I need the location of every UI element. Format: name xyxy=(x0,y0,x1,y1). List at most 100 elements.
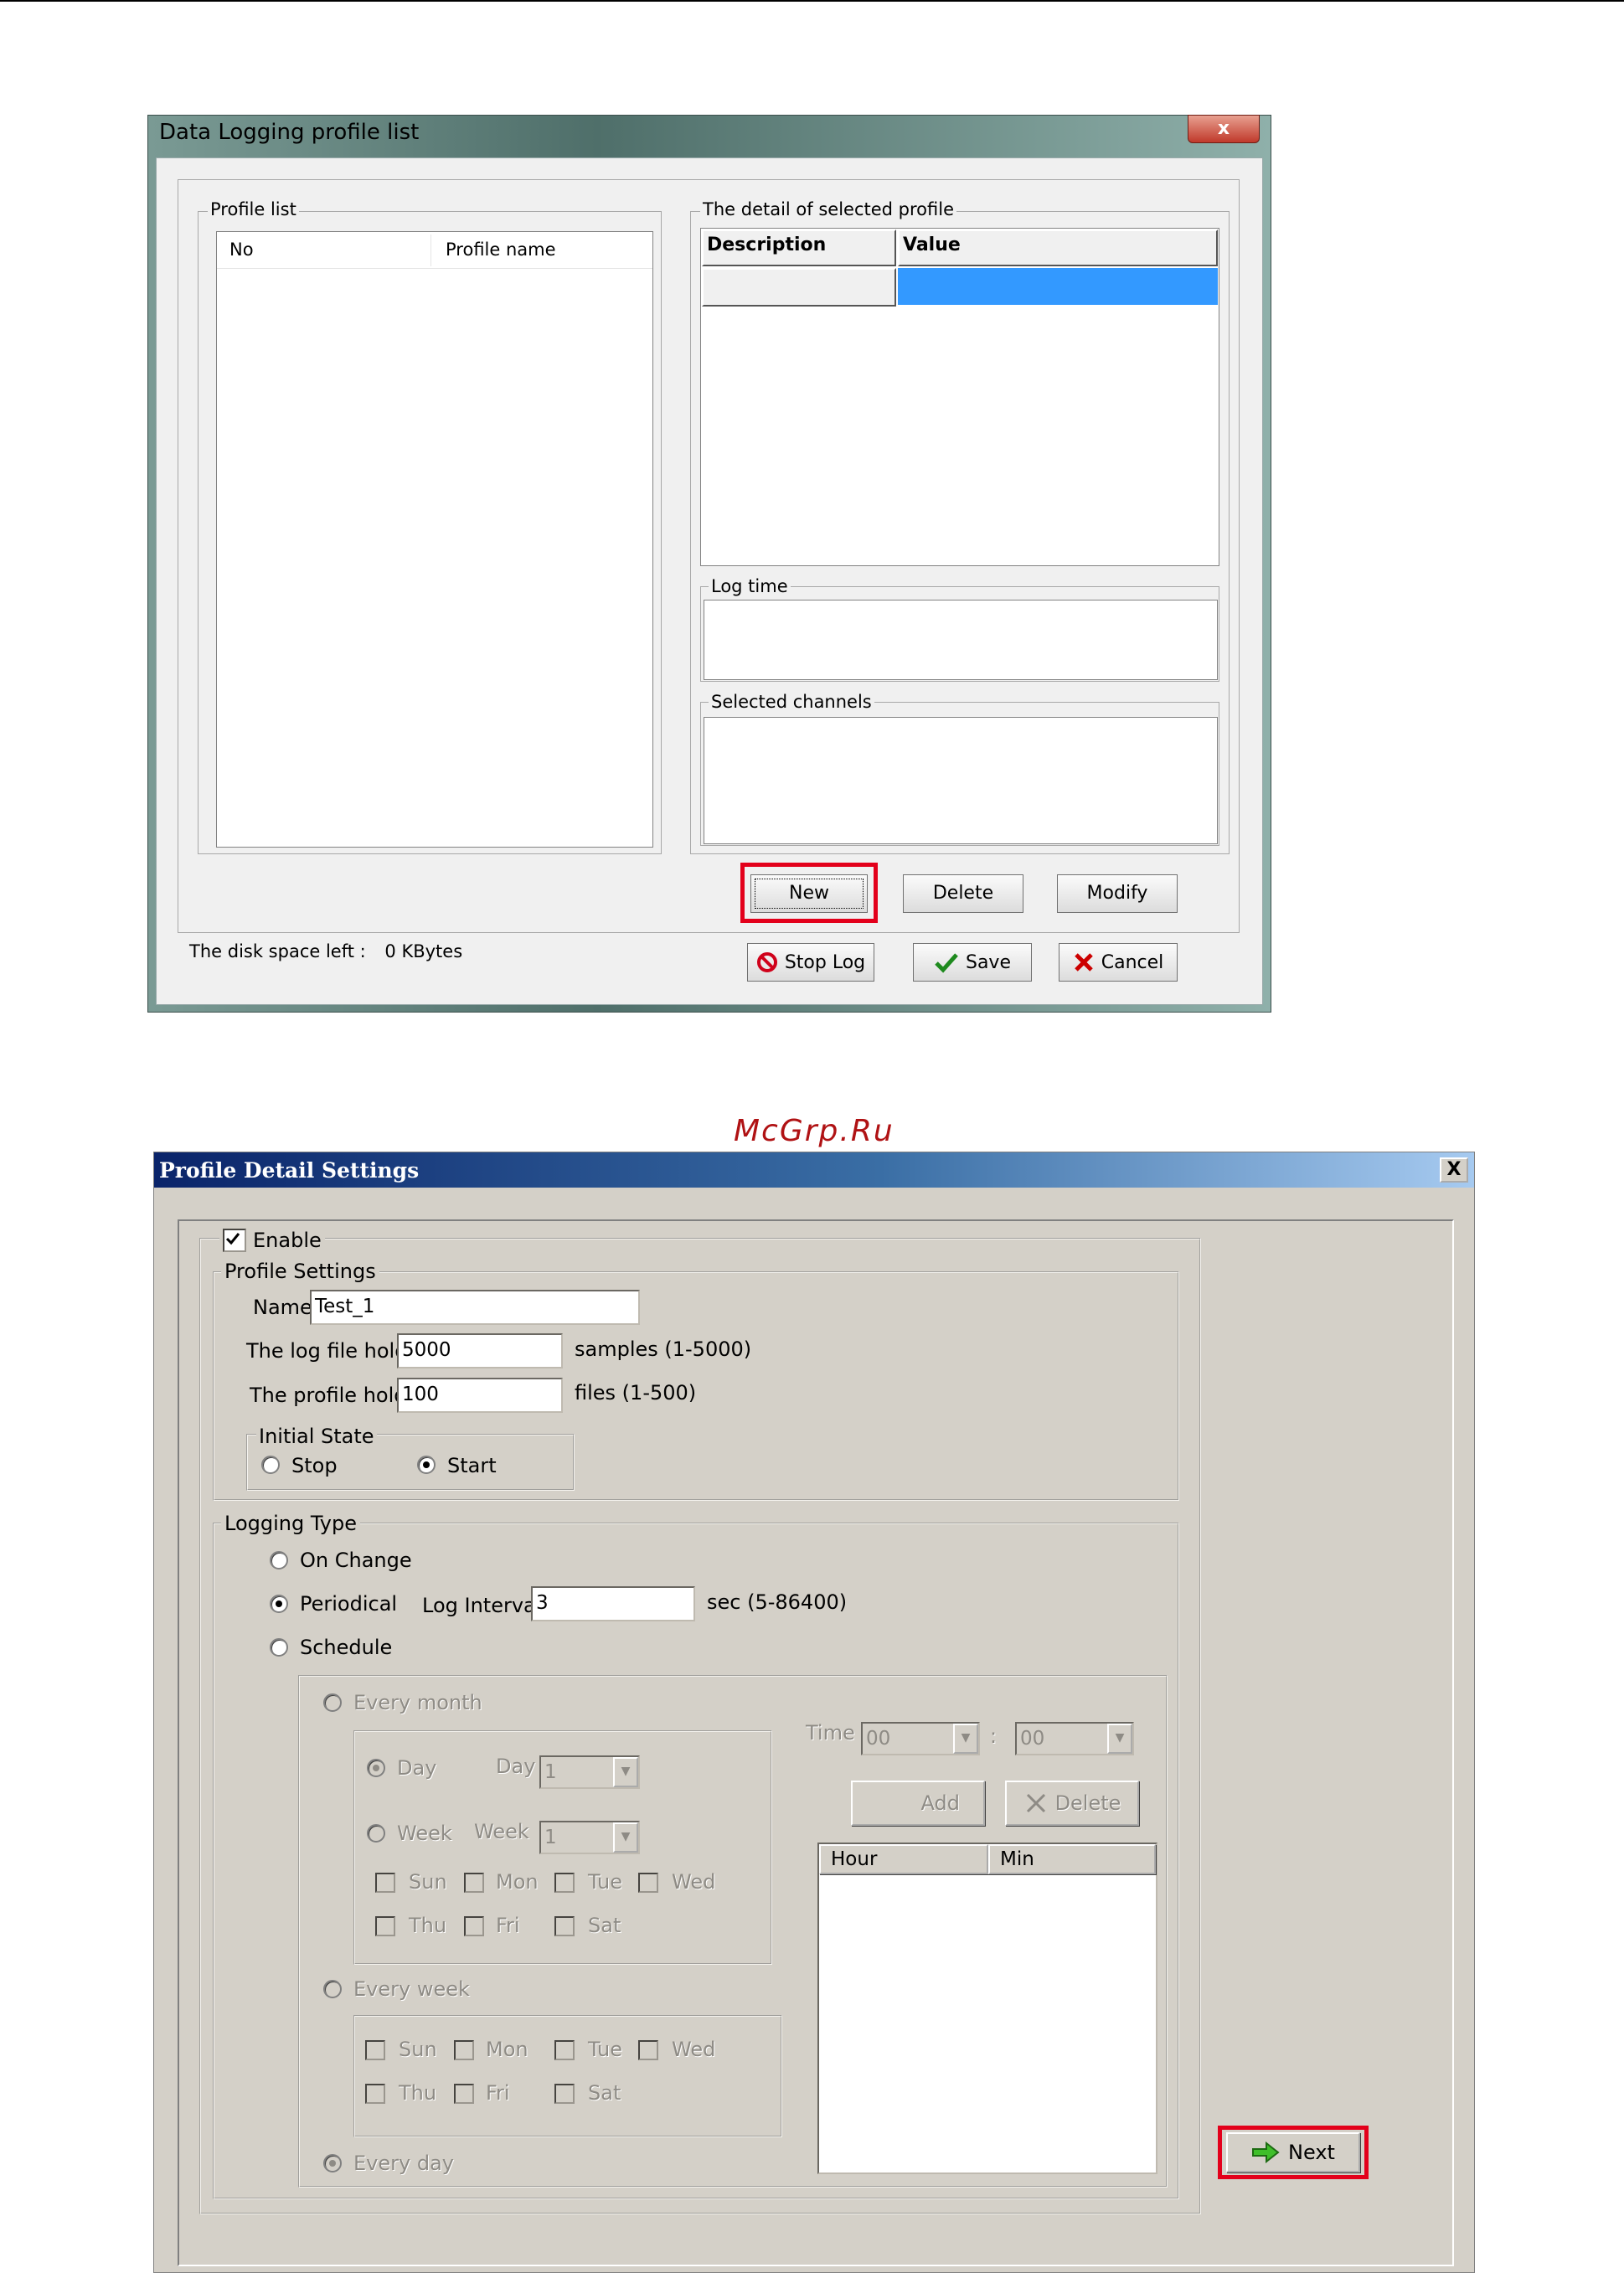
enable-checkbox-row[interactable]: Enable xyxy=(219,1228,325,1253)
log-file-label: The log file holds xyxy=(246,1339,418,1363)
column-header-no[interactable]: No xyxy=(229,240,254,260)
logging-type-label: Logging Type xyxy=(221,1511,360,1536)
enable-label: Enable xyxy=(253,1229,322,1252)
week-tue-label: Tue xyxy=(588,2038,622,2061)
month-thu-checkbox[interactable] xyxy=(375,1916,395,1936)
profile-list-label: Profile list xyxy=(208,199,299,219)
hour-select-value: 00 xyxy=(866,1728,891,1750)
enable-checkbox[interactable] xyxy=(223,1229,246,1252)
day-select[interactable]: 1 ▼ xyxy=(539,1755,640,1789)
week-sun-label: Sun xyxy=(399,2038,437,2061)
chevron-down-icon[interactable]: ▼ xyxy=(613,1757,638,1787)
selected-channels-box xyxy=(704,717,1218,844)
week-sun-checkbox[interactable] xyxy=(365,2040,385,2060)
disk-space-label: The disk space left : 0 KBytes xyxy=(189,941,462,961)
grid-header-description[interactable]: Description xyxy=(702,229,896,266)
month-fri-checkbox[interactable] xyxy=(464,1916,484,1936)
delete-button[interactable]: Delete xyxy=(903,874,1023,913)
add-button[interactable]: Add xyxy=(851,1781,985,1826)
day-radio[interactable] xyxy=(367,1759,385,1777)
month-tue-checkbox[interactable] xyxy=(554,1873,575,1893)
name-input[interactable]: Test_1 xyxy=(310,1290,640,1325)
periodical-label: Periodical xyxy=(300,1592,398,1616)
month-sun-label: Sun xyxy=(409,1870,447,1894)
close-button[interactable]: X xyxy=(1440,1157,1468,1183)
grid-header-value[interactable]: Value xyxy=(898,229,1218,266)
stop-log-button[interactable]: Stop Log xyxy=(747,943,874,982)
save-button[interactable]: Save xyxy=(913,943,1032,982)
day-option-label: Day xyxy=(397,1756,437,1780)
periodical-radio[interactable] xyxy=(270,1595,288,1613)
initial-state-label: Initial State xyxy=(256,1424,377,1449)
schedule-delete-button[interactable]: Delete xyxy=(1005,1781,1139,1826)
close-button[interactable]: x xyxy=(1188,115,1260,143)
profile-holds-unit: files (1-500) xyxy=(575,1381,697,1405)
log-time-box xyxy=(704,600,1218,680)
stop-radio-label: Stop xyxy=(291,1454,338,1477)
profile-holds-input[interactable]: 100 xyxy=(397,1378,563,1413)
log-interval-input[interactable]: 3 xyxy=(531,1586,695,1621)
profile-list-header xyxy=(217,232,652,269)
week-select[interactable]: 1 ▼ xyxy=(539,1821,640,1854)
time-label: Time xyxy=(806,1721,855,1745)
week-sat-label: Sat xyxy=(588,2081,621,2105)
new-button[interactable]: New xyxy=(750,874,868,913)
schedule-time-list[interactable] xyxy=(817,1843,1157,2174)
profile-holds-label: The profile holds xyxy=(250,1384,418,1407)
checkmark-icon xyxy=(935,953,958,973)
month-fri-label: Fri xyxy=(496,1914,520,1937)
week-sat-checkbox[interactable] xyxy=(554,2084,575,2104)
week-radio[interactable] xyxy=(367,1824,385,1843)
chevron-down-icon[interactable]: ▼ xyxy=(613,1822,638,1853)
log-interval-unit: sec (5-86400) xyxy=(707,1590,848,1614)
chevron-down-icon[interactable]: ▼ xyxy=(1107,1724,1132,1754)
modify-button[interactable]: Modify xyxy=(1057,874,1178,913)
detail-label: The detail of selected profile xyxy=(700,199,956,219)
minute-select[interactable]: 00 ▼ xyxy=(1015,1722,1134,1755)
month-wed-checkbox[interactable] xyxy=(638,1873,658,1893)
every-week-group xyxy=(353,2015,782,2137)
cancel-label: Cancel xyxy=(1101,951,1164,973)
save-label: Save xyxy=(965,951,1011,973)
next-button[interactable]: Next xyxy=(1226,2132,1360,2172)
column-header-min[interactable]: Min xyxy=(988,1844,1156,1874)
week-mon-label: Mon xyxy=(486,2038,528,2061)
check-icon xyxy=(225,1233,240,1245)
chevron-down-icon[interactable]: ▼ xyxy=(953,1724,978,1754)
log-file-input[interactable]: 5000 xyxy=(397,1333,563,1368)
on-change-radio[interactable] xyxy=(270,1551,288,1569)
week-thu-checkbox[interactable] xyxy=(365,2084,385,2104)
cancel-x-icon xyxy=(1074,953,1093,972)
start-radio[interactable] xyxy=(417,1456,436,1474)
every-day-radio[interactable] xyxy=(323,2154,342,2172)
log-interval-label: Log Interval xyxy=(422,1594,542,1617)
disk-space-caption: The disk space left : xyxy=(189,941,366,961)
week-select-label: Week xyxy=(474,1820,529,1843)
every-month-radio[interactable] xyxy=(323,1693,342,1712)
every-week-radio[interactable] xyxy=(323,1980,342,1998)
week-wed-checkbox[interactable] xyxy=(638,2040,658,2060)
profile-settings-label: Profile Settings xyxy=(221,1259,379,1284)
column-header-profile-name[interactable]: Profile name xyxy=(446,240,556,260)
cancel-button[interactable]: Cancel xyxy=(1059,943,1178,982)
grid-row-value-cell-selected[interactable] xyxy=(898,268,1218,305)
week-select-value: 1 xyxy=(544,1827,557,1848)
week-fri-checkbox[interactable] xyxy=(454,2084,474,2104)
month-sun-checkbox[interactable] xyxy=(375,1873,395,1893)
month-sat-checkbox[interactable] xyxy=(554,1916,575,1936)
stop-log-label: Stop Log xyxy=(784,951,866,973)
week-tue-checkbox[interactable] xyxy=(554,2040,575,2060)
minute-select-value: 00 xyxy=(1020,1728,1045,1750)
column-header-hour[interactable]: Hour xyxy=(819,1844,988,1874)
every-week-label: Every week xyxy=(353,1977,470,2001)
profile-listview[interactable] xyxy=(216,231,653,848)
add-label: Add xyxy=(920,1791,960,1815)
hour-select[interactable]: 00 ▼ xyxy=(861,1722,980,1755)
week-mon-checkbox[interactable] xyxy=(454,2040,474,2060)
month-mon-checkbox[interactable] xyxy=(464,1873,484,1893)
week-fri-label: Fri xyxy=(486,2081,510,2105)
grid-row-description-cell[interactable] xyxy=(702,268,896,307)
schedule-radio[interactable] xyxy=(270,1638,288,1657)
month-mon-label: Mon xyxy=(496,1870,539,1894)
stop-radio[interactable] xyxy=(261,1456,280,1474)
